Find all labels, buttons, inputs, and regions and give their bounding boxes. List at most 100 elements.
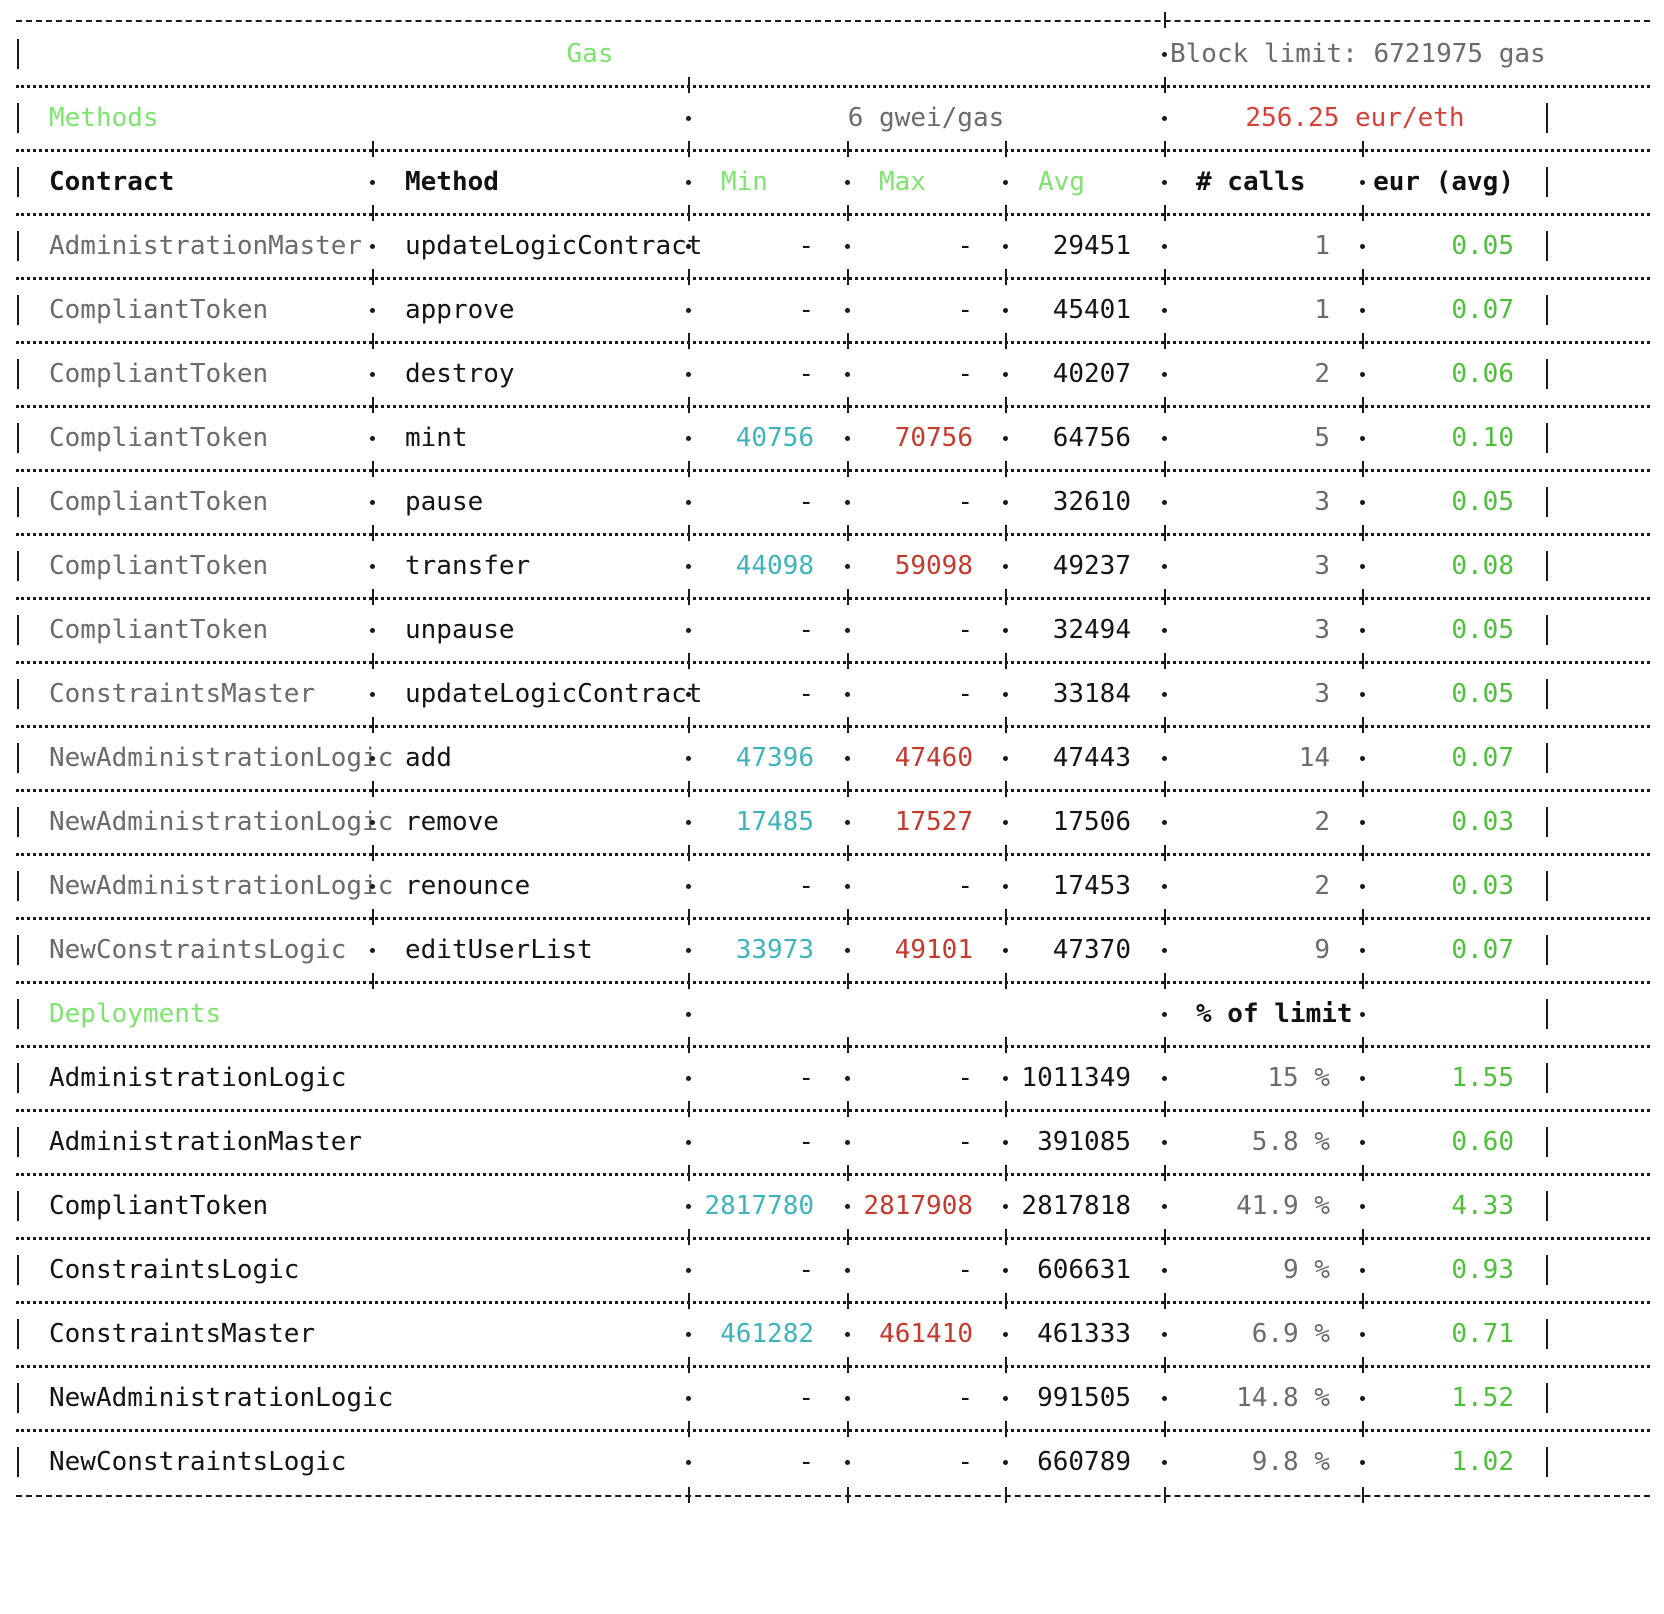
cell-separator-dot [845, 1268, 850, 1273]
table-divider [16, 981, 1650, 984]
method-row-calls: 1 [1314, 231, 1330, 261]
column-separator [847, 1165, 849, 1181]
cell-separator-dot [1162, 1204, 1167, 1209]
cell-separator-dot [686, 1268, 691, 1273]
method-row-eur: 0.10 [1451, 423, 1514, 453]
method-row-calls: 3 [1314, 679, 1330, 709]
column-header-contract: Contract [49, 167, 175, 197]
column-separator [1362, 1357, 1364, 1373]
column-separator [1362, 525, 1364, 541]
method-row-max: - [957, 295, 973, 325]
column-separator [1005, 1487, 1007, 1503]
column-separator [847, 141, 849, 157]
column-separator [1005, 1357, 1007, 1373]
method-row-calls: 14 [1298, 743, 1330, 773]
table-divider [16, 1429, 1650, 1432]
column-separator [1164, 461, 1166, 477]
row-border [1546, 1319, 1548, 1349]
cell-separator-dot [370, 628, 375, 633]
method-row-max: 59098 [894, 551, 973, 581]
method-row-min: - [798, 295, 814, 325]
row-border [17, 551, 19, 581]
column-separator [1005, 845, 1007, 861]
method-row-calls: 2 [1314, 807, 1330, 837]
column-separator [1005, 205, 1007, 221]
column-separator [688, 1293, 690, 1309]
table-divider [16, 405, 1650, 408]
deployment-row-eur: 1.55 [1451, 1063, 1514, 1093]
cell-separator-dot [1003, 820, 1008, 825]
table-divider [16, 725, 1650, 728]
gas-report-table: Gas Block limit: 6721975 gas Methods 6 gwei… [0, 0, 1664, 1614]
column-separator [688, 1421, 690, 1437]
method-row-min: - [798, 487, 814, 517]
deployment-row-contract: CompliantToken [49, 1191, 269, 1221]
column-separator [1164, 1487, 1166, 1503]
column-separator [1005, 909, 1007, 925]
cell-separator-dot [1360, 564, 1365, 569]
column-separator [688, 1357, 690, 1373]
column-separator [1005, 333, 1007, 349]
column-separator [847, 333, 849, 349]
cell-separator-dot [845, 180, 850, 185]
column-separator [372, 525, 374, 541]
cell-separator-dot [845, 820, 850, 825]
column-separator [1164, 77, 1166, 93]
method-row-min: - [798, 359, 814, 389]
cell-separator-dot [1162, 372, 1167, 377]
column-header-calls: # calls [1196, 167, 1306, 197]
column-separator [1005, 397, 1007, 413]
method-row-contract: CompliantToken [49, 295, 269, 325]
method-row-contract: ConstraintsMaster [49, 679, 316, 709]
cell-separator-dot [370, 180, 375, 185]
cell-separator-dot [1003, 948, 1008, 953]
cell-separator-dot [1360, 692, 1365, 697]
column-separator [847, 845, 849, 861]
column-header-method: Method [405, 167, 499, 197]
cell-separator-dot [370, 372, 375, 377]
method-row-method: editUserList [405, 935, 593, 965]
column-separator [847, 1421, 849, 1437]
cell-separator-dot [1162, 884, 1167, 889]
row-border [17, 871, 19, 901]
column-separator [372, 205, 374, 221]
column-separator [847, 1293, 849, 1309]
column-separator [688, 1229, 690, 1245]
table-divider [16, 597, 1650, 600]
column-separator [1164, 717, 1166, 733]
column-separator [372, 397, 374, 413]
method-row-method: approve [405, 295, 515, 325]
column-separator [1005, 269, 1007, 285]
column-separator [1005, 589, 1007, 605]
method-row-eur: 0.05 [1451, 231, 1514, 261]
table-divider [16, 1237, 1650, 1240]
gas-price: 6 gwei/gas [847, 103, 1005, 133]
method-row-avg: 49237 [1052, 551, 1131, 581]
method-row-contract: CompliantToken [49, 615, 269, 645]
column-separator [847, 781, 849, 797]
column-separator [1164, 1293, 1166, 1309]
column-separator [1164, 973, 1166, 989]
report-title: Gas [566, 39, 614, 69]
column-separator [688, 653, 690, 669]
deployment-row-min: 461282 [720, 1319, 814, 1349]
cell-separator-dot [1360, 820, 1365, 825]
column-separator [688, 589, 690, 605]
method-row-contract: CompliantToken [49, 551, 269, 581]
column-separator [1362, 589, 1364, 605]
deployment-row-contract: AdministrationMaster [49, 1127, 363, 1157]
cell-separator-dot [686, 308, 691, 313]
cell-separator-dot [1360, 308, 1365, 313]
cell-separator-dot [845, 500, 850, 505]
cell-separator-dot [1003, 628, 1008, 633]
cell-separator-dot [370, 436, 375, 441]
cell-separator-dot [1162, 628, 1167, 633]
deployment-row-eur: 0.93 [1451, 1255, 1514, 1285]
cell-separator-dot [1162, 564, 1167, 569]
cell-separator-dot [1162, 1140, 1167, 1145]
deployment-row-min: 2817780 [704, 1191, 814, 1221]
cell-separator-dot [686, 1012, 691, 1017]
method-row-method: transfer [405, 551, 531, 581]
method-row-avg: 17506 [1052, 807, 1131, 837]
cell-separator-dot [686, 244, 691, 249]
